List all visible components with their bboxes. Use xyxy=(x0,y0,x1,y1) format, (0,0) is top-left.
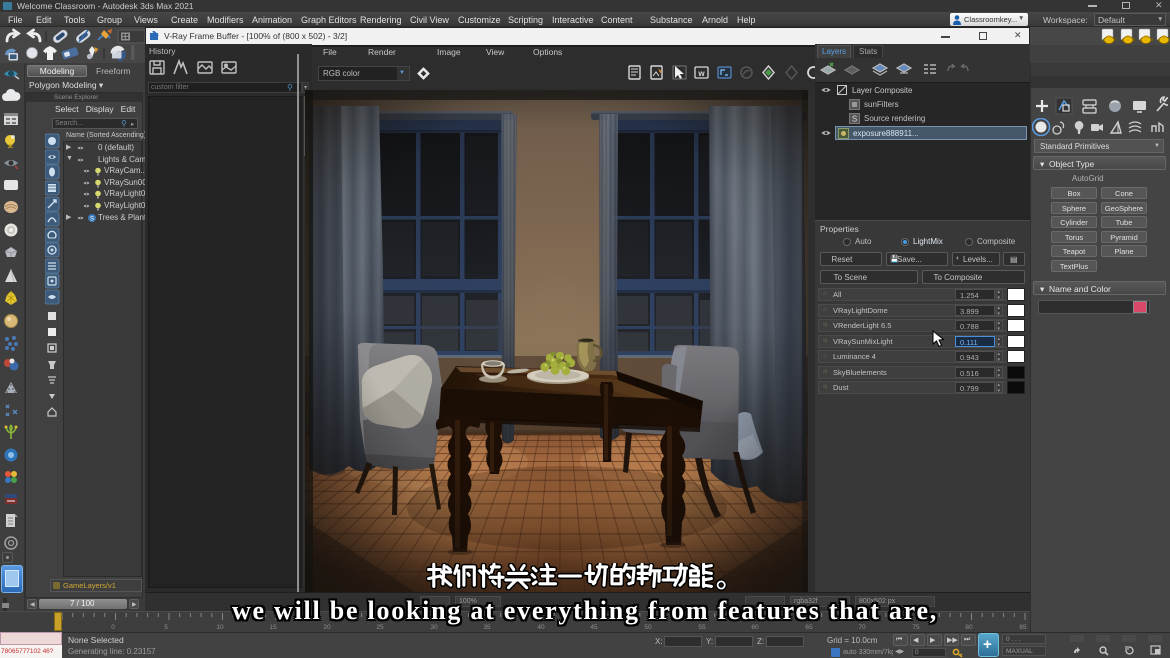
svg-text:S: S xyxy=(90,217,94,223)
svg-text:S: S xyxy=(852,115,857,124)
svg-text:w: w xyxy=(697,69,705,78)
